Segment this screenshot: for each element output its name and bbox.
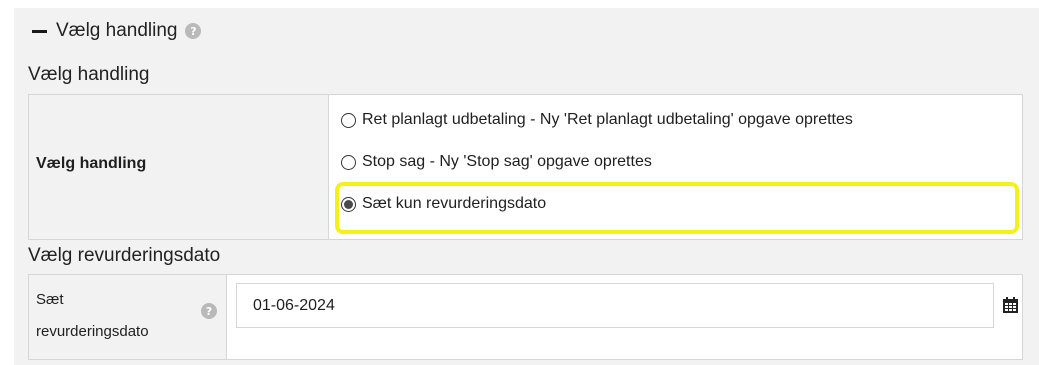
radio-option-ret-planlagt[interactable]: Ret planlagt udbetaling - Ny 'Ret planla… [341, 111, 853, 129]
section-header-toggle[interactable]: Vælg handling ? [32, 20, 202, 42]
help-icon[interactable]: ? [201, 303, 217, 319]
date-field-label: Sæt revurderingsdato [36, 284, 186, 348]
radio-option-stop-sag[interactable]: Stop sag - Ny 'Stop sag' opgave oprettes [341, 153, 652, 171]
section-title: Vælg handling [56, 20, 178, 41]
action-field-label: Vælg handling [36, 155, 147, 172]
date-group-title: Vælg revurderingsdato [28, 245, 221, 266]
radio-unchecked-icon[interactable] [341, 154, 356, 170]
radio-option-label: Ret planlagt udbetaling - Ny 'Ret planla… [362, 111, 853, 128]
action-group-title: Vælg handling [28, 64, 150, 85]
radio-option-label: Stop sag - Ny 'Stop sag' opgave oprettes [362, 153, 652, 170]
selection-highlight-box [335, 182, 1019, 234]
action-group-box: Vælg handling Ret planlagt udbetaling - … [28, 94, 1023, 240]
date-label-line1: Sæt [36, 291, 64, 308]
date-label-line2: revurderingsdato [36, 323, 149, 340]
date-label-cell: Sæt revurderingsdato ? [29, 275, 227, 359]
help-icon[interactable]: ? [185, 23, 202, 39]
revurderingsdato-input[interactable]: 01-06-2024 [236, 283, 994, 328]
action-panel: Vælg handling ? Vælg handling Vælg handl… [14, 8, 1039, 365]
date-group-box: Sæt revurderingsdato ? 01-06-2024 [28, 274, 1023, 360]
calendar-icon[interactable] [1003, 297, 1018, 313]
action-label-cell: Vælg handling [29, 95, 329, 239]
radio-unchecked-icon[interactable] [341, 112, 356, 128]
collapse-minus-icon[interactable] [32, 30, 47, 33]
